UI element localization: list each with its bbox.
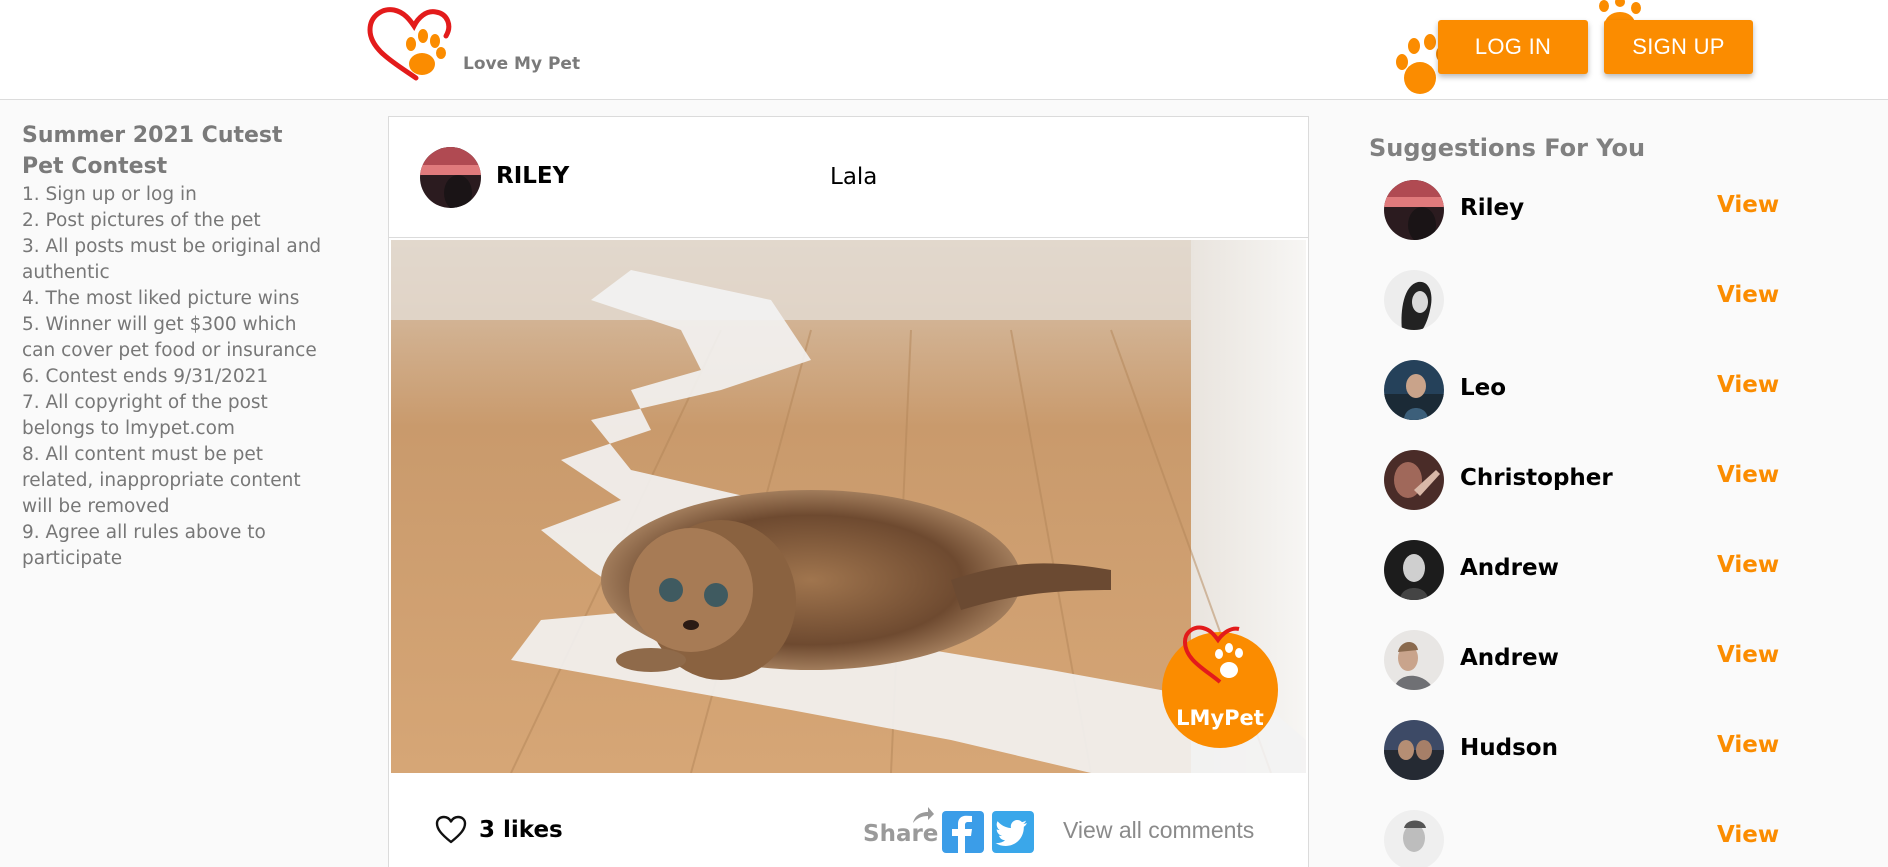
rule-item: 8. All content must be pet related, inap… (22, 444, 301, 517)
post-actions: 3 likes Share View all comments (389, 773, 1308, 867)
rule-item: 1. Sign up or log in (22, 184, 197, 205)
header: Love My Pet LOG IN SIGN UP (0, 0, 1888, 100)
suggestion-name[interactable]: Christopher (1460, 465, 1613, 491)
suggestion-item: Christopher View (1384, 450, 1784, 510)
heart-icon[interactable] (435, 815, 467, 844)
suggestions-title: Suggestions For You (1369, 134, 1646, 162)
suggestion-item: Hudson View (1384, 720, 1784, 780)
suggestion-item: Andrew View (1384, 540, 1784, 600)
suggestion-name[interactable]: Leo (1460, 375, 1506, 401)
suggestion-name[interactable]: Hudson (1460, 735, 1558, 761)
avatar[interactable] (1384, 180, 1444, 240)
suggestion-name[interactable]: Andrew (1460, 555, 1559, 581)
suggestion-item: View (1384, 810, 1784, 867)
twitter-share-icon[interactable] (992, 811, 1034, 853)
view-profile-link[interactable]: View (1717, 642, 1779, 668)
suggestion-name[interactable]: Riley (1460, 195, 1524, 221)
view-profile-link[interactable]: View (1717, 552, 1779, 578)
view-profile-link[interactable]: View (1717, 282, 1779, 308)
like-count: 3 likes (479, 817, 563, 843)
rules-list: 1. Sign up or log in 2. Post pictures of… (22, 182, 322, 572)
brand-name: Love My Pet (463, 54, 581, 74)
contest-rules: Summer 2021 Cutest Pet Contest 1. Sign u… (22, 120, 322, 572)
rules-title: Summer 2021 Cutest Pet Contest (22, 123, 283, 179)
post-username[interactable]: RILEY (496, 163, 569, 189)
avatar[interactable] (1384, 810, 1444, 867)
post-caption: Lala (830, 164, 878, 190)
rule-item: 3. All posts must be original and authen… (22, 236, 322, 283)
rule-item: 7. All copyright of the post belongs to … (22, 392, 268, 439)
post-image[interactable]: LMyPet (391, 240, 1306, 773)
view-profile-link[interactable]: View (1717, 732, 1779, 758)
rule-item: 9. Agree all rules above to participate (22, 522, 266, 569)
suggestion-item: Andrew View (1384, 630, 1784, 690)
avatar[interactable] (1384, 360, 1444, 420)
facebook-share-icon[interactable] (942, 811, 984, 853)
avatar[interactable] (1384, 270, 1444, 330)
view-all-comments-link[interactable]: View all comments (1063, 817, 1254, 844)
suggestion-name[interactable]: Andrew (1460, 645, 1559, 671)
rule-item: 5. Winner will get $300 which can cover … (22, 314, 317, 361)
avatar[interactable] (1384, 630, 1444, 690)
view-profile-link[interactable]: View (1717, 822, 1779, 848)
rule-item: 6. Contest ends 9/31/2021 (22, 366, 269, 387)
avatar[interactable] (1384, 720, 1444, 780)
signup-button[interactable]: SIGN UP (1604, 20, 1753, 74)
view-profile-link[interactable]: View (1717, 372, 1779, 398)
login-button[interactable]: LOG IN (1438, 20, 1588, 74)
suggestion-item: Leo View (1384, 360, 1784, 420)
post-card: RILEY Lala LMyPet 3 likes Share View all… (388, 116, 1309, 867)
rule-item: 4. The most liked picture wins (22, 288, 300, 309)
suggestion-item: View (1384, 270, 1784, 330)
avatar[interactable] (1384, 540, 1444, 600)
view-profile-link[interactable]: View (1717, 462, 1779, 488)
suggestion-item: Riley View (1384, 180, 1784, 240)
heart-paw-logo-icon (367, 7, 452, 81)
avatar[interactable] (420, 147, 481, 208)
view-profile-link[interactable]: View (1717, 192, 1779, 218)
brand-logo[interactable]: Love My Pet (366, 6, 580, 86)
watermark-text: LMyPet (1176, 706, 1264, 730)
rule-item: 2. Post pictures of the pet (22, 210, 261, 231)
avatar[interactable] (1384, 450, 1444, 510)
post-header: RILEY Lala (389, 117, 1308, 238)
share-arrow-icon (913, 807, 934, 823)
